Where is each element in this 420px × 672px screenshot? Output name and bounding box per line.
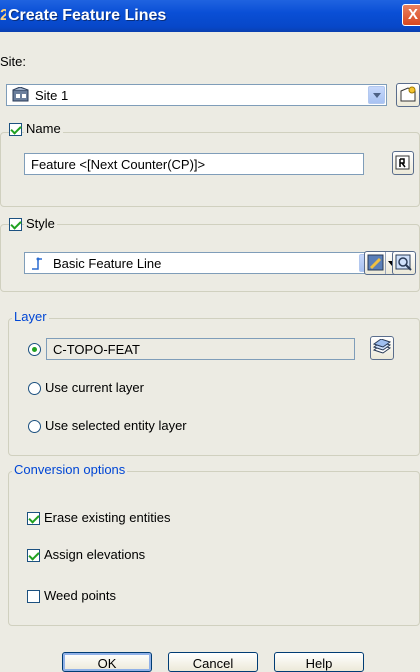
layer-group-title: Layer: [12, 309, 49, 324]
layer-input[interactable]: C-TOPO-FEAT: [46, 338, 355, 360]
assign-elevations-label: Assign elevations: [44, 547, 146, 562]
layer-value: C-TOPO-FEAT: [53, 342, 140, 357]
app-icon: 2: [0, 8, 6, 24]
style-checkbox[interactable]: [9, 218, 22, 231]
name-input[interactable]: Feature <[Next Counter(CP)]>: [24, 153, 364, 175]
layer-select-icon: [372, 338, 392, 360]
use-current-layer-radio[interactable]: [28, 382, 41, 395]
close-button[interactable]: X: [402, 4, 420, 26]
style-label: Style: [24, 216, 57, 231]
use-current-layer-label: Use current layer: [45, 380, 144, 395]
weed-points-label: Weed points: [44, 588, 117, 603]
new-site-icon: [399, 86, 417, 107]
site-icon: [12, 86, 30, 103]
erase-existing-checkbox[interactable]: [27, 512, 40, 525]
weed-points-checkbox[interactable]: [27, 590, 40, 603]
edit-style-icon: [367, 254, 385, 275]
cancel-button[interactable]: Cancel: [168, 652, 258, 672]
close-icon: X: [407, 6, 418, 23]
style-preview-icon: [395, 254, 413, 275]
name-label: Name: [24, 121, 63, 136]
layer-select-button[interactable]: [370, 336, 394, 360]
layer-radio[interactable]: [28, 343, 41, 356]
use-selected-entity-layer-radio[interactable]: [28, 420, 41, 433]
name-checkbox[interactable]: [9, 123, 22, 136]
new-site-button[interactable]: [396, 83, 420, 107]
conversion-options-title: Conversion options: [12, 462, 128, 477]
window-title: Create Feature Lines: [8, 7, 167, 24]
title-bar: 2 Create Feature Lines X: [0, 0, 420, 32]
site-dropdown-arrow-icon[interactable]: [368, 86, 385, 104]
ok-button[interactable]: OK: [62, 652, 152, 672]
style-dropdown[interactable]: Basic Feature Line: [24, 252, 378, 274]
name-template-icon: [395, 154, 411, 175]
erase-existing-label: Erase existing entities: [44, 510, 171, 525]
site-label: Site:: [0, 54, 27, 69]
feature-line-style-icon: [30, 255, 48, 271]
name-template-button[interactable]: [392, 151, 414, 175]
style-value: Basic Feature Line: [53, 256, 162, 271]
site-value: Site 1: [35, 88, 69, 103]
use-selected-entity-layer-label: Use selected entity layer: [45, 418, 187, 433]
style-preview-button[interactable]: [392, 251, 416, 275]
site-dropdown[interactable]: Site 1: [6, 84, 387, 106]
assign-elevations-checkbox[interactable]: [27, 549, 40, 562]
help-button[interactable]: Help: [274, 652, 364, 672]
name-value: Feature <[Next Counter(CP)]>: [31, 157, 206, 172]
